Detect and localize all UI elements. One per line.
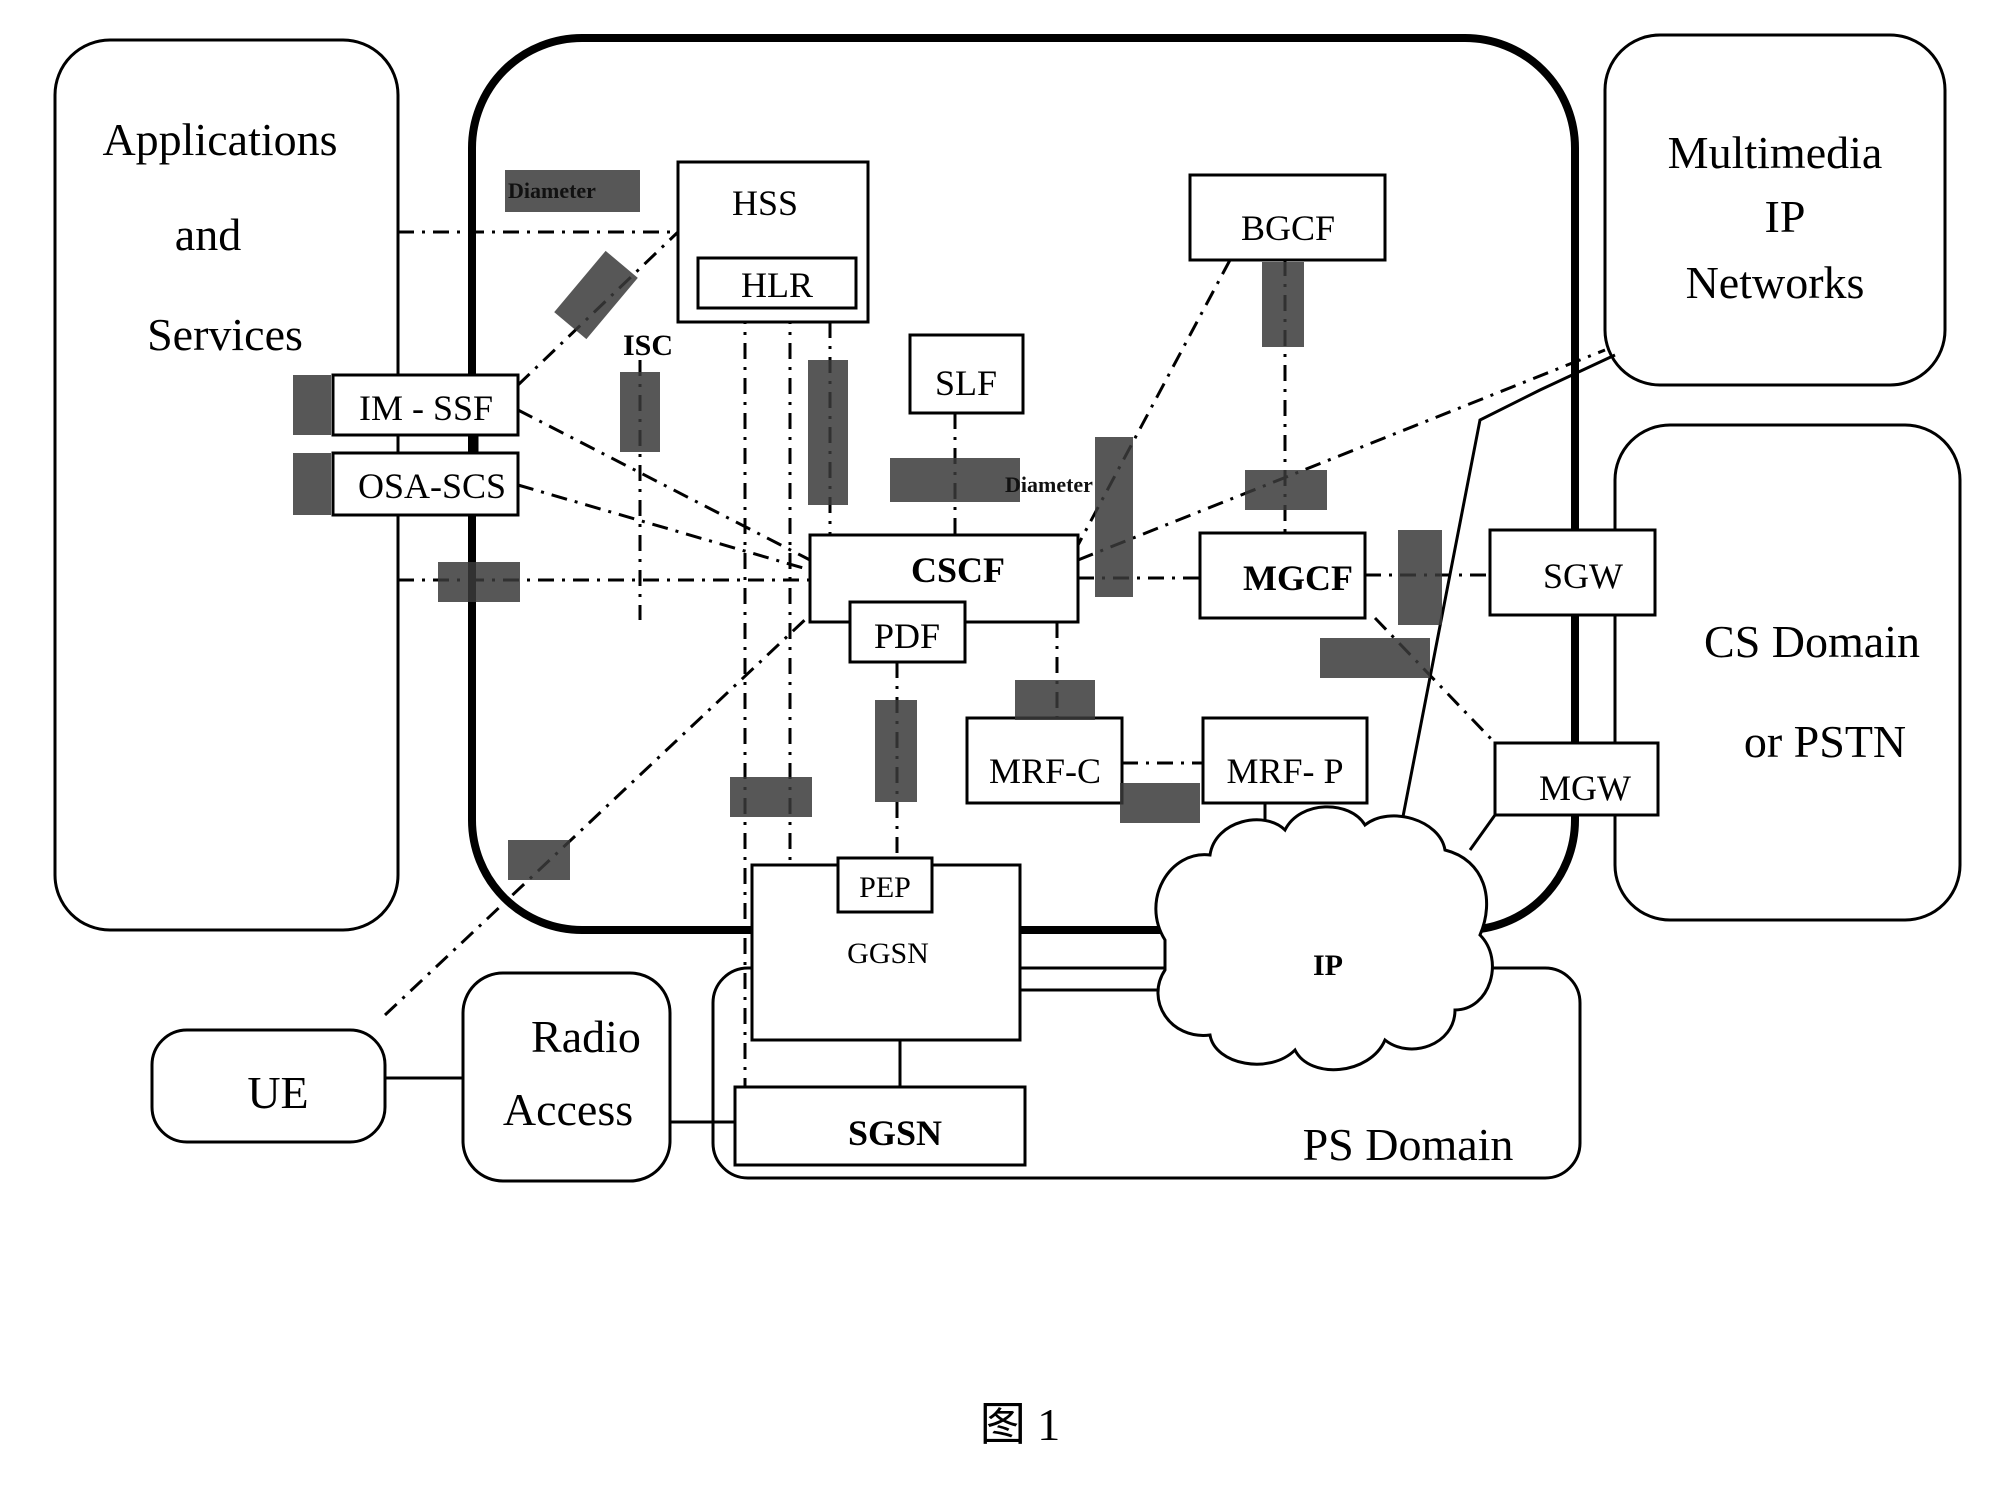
ue-label: UE	[247, 1067, 308, 1118]
mgw-ip-line	[1468, 814, 1497, 851]
sgw-label: SGW	[1543, 556, 1623, 596]
mrf-p-label: MRF- P	[1226, 751, 1343, 791]
cs-domain-label-line2: or PSTN	[1744, 716, 1906, 767]
osascs-cscf-link	[517, 483, 811, 572]
tag-h248-mgcf-mgw	[1320, 638, 1430, 678]
imssf-cscf-link	[517, 408, 811, 562]
bgcf-label: BGCF	[1241, 208, 1335, 248]
tag-h248-mrf	[1120, 783, 1200, 823]
multimedia-label-line1: Multimedia	[1668, 127, 1883, 178]
ps-domain-label: PS Domain	[1303, 1119, 1514, 1170]
tag-map-hlr-sgsn	[730, 777, 812, 817]
tag-isup	[1398, 530, 1442, 625]
sgsn-label: SGSN	[848, 1113, 942, 1153]
tag-diameter-hss-cscf	[808, 360, 848, 505]
tag-diameter-apps-hss-text: Diameter	[508, 178, 596, 203]
ip-cloud	[1154, 805, 1494, 1072]
tag-cops	[875, 700, 917, 802]
osa-scs-label: OSA-SCS	[358, 466, 506, 506]
multimedia-label-line2: IP	[1765, 191, 1806, 242]
pep-label: PEP	[859, 871, 911, 904]
tag-sip-mgcf	[1245, 470, 1327, 510]
radio-access-panel	[461, 971, 672, 1183]
mrf-c-label: MRF-C	[989, 751, 1101, 791]
multimedia-label-line3: Networks	[1686, 257, 1865, 308]
mgcf-mgw-link	[1373, 616, 1497, 745]
ip-cloud-label: IP	[1313, 949, 1343, 982]
tag-diameter-slf-cscf-text: Diameter	[1005, 472, 1093, 497]
slf-label: SLF	[935, 363, 997, 403]
tag-sip-cscf-mrfc	[1015, 680, 1095, 720]
ims-architecture-diagram: Diameter Diameter Applications and Servi…	[53, 33, 1962, 1450]
cs-domain-panel	[1613, 423, 1962, 922]
im-ssf-label: IM - SSF	[359, 388, 493, 428]
applications-label-line2: and	[175, 209, 241, 260]
mgcf-label: MGCF	[1243, 558, 1353, 598]
tag-sip-isc	[620, 372, 660, 452]
hlr-label: HLR	[741, 265, 813, 305]
tag-diameter-slf-cscf	[890, 458, 1020, 502]
tag-sip-bgcf-cscf	[1095, 437, 1133, 597]
tag-sip-bgcf-mgcf	[1262, 262, 1304, 347]
pdf-label: PDF	[874, 616, 940, 656]
isc-label: ISC	[623, 329, 673, 362]
tag-map-imssf-hss	[554, 250, 638, 340]
cs-domain-label-line1: CS Domain	[1704, 616, 1920, 667]
hss-label: HSS	[732, 183, 798, 223]
radio-access-label-line2: Access	[503, 1084, 633, 1135]
mgw-label: MGW	[1539, 768, 1631, 808]
tag-sip-ue	[508, 840, 570, 880]
applications-label-line1: Applications	[102, 114, 337, 165]
radio-access-label-line1: Radio	[531, 1011, 641, 1062]
ggsn-label: GGSN	[847, 937, 929, 970]
tag-cap	[293, 375, 331, 435]
tag-sip-apps-cscf	[438, 562, 520, 602]
tag-osa	[293, 453, 331, 515]
figure-caption: 图 1	[980, 1399, 1061, 1450]
applications-label-line3: Services	[147, 309, 303, 360]
cscf-label: CSCF	[911, 550, 1005, 590]
